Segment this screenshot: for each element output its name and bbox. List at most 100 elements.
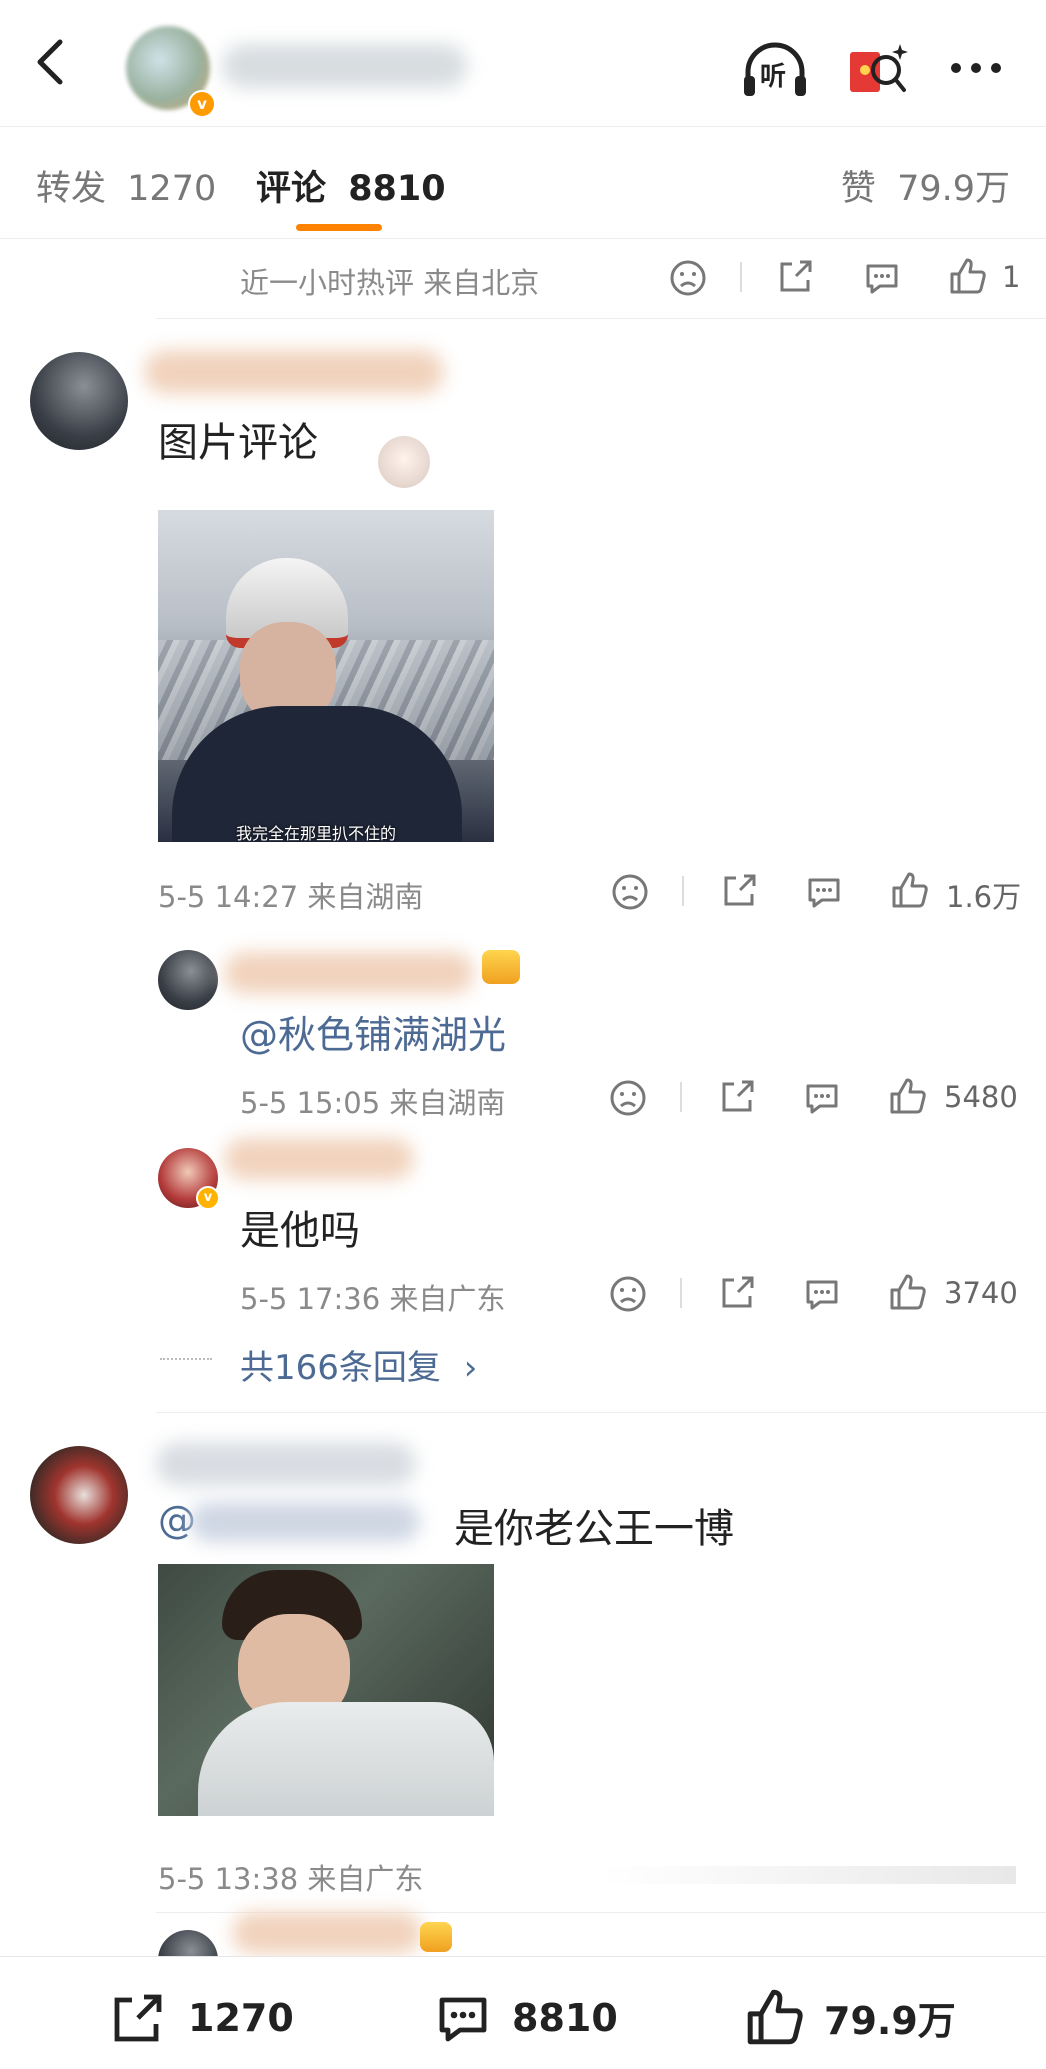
- share-icon: [722, 1080, 754, 1112]
- reply-mention[interactable]: @秋色铺满湖光: [240, 1004, 506, 1059]
- comment-bubble-icon: [806, 1084, 838, 1114]
- item-divider: [156, 318, 1046, 319]
- like-button[interactable]: [888, 1076, 928, 1116]
- bottom-like-button[interactable]: 79.9万: [742, 1986, 956, 2048]
- dislike-button[interactable]: [608, 1274, 648, 1314]
- top-item-meta: 近一小时热评 来自北京: [240, 266, 540, 300]
- image-person-shirt: [198, 1702, 494, 1816]
- comment-bubble-icon: [866, 264, 898, 294]
- comment-meta: 5-5 13:38 来自广东: [158, 1862, 424, 1896]
- like-button[interactable]: [948, 256, 988, 296]
- more-replies-dots: [160, 1358, 212, 1360]
- dislike-button[interactable]: [608, 1078, 648, 1118]
- bottom-like-count: 79.9万: [824, 1998, 956, 2043]
- dislike-button[interactable]: [610, 872, 650, 912]
- thumbs-up-icon: [950, 258, 986, 294]
- thumbs-up-icon: [890, 1274, 926, 1310]
- poster-name-blurred: [222, 44, 467, 88]
- tab-likes-count: 79.9万: [897, 169, 1010, 209]
- reply-name-blurred[interactable]: [224, 1138, 414, 1180]
- comment-button[interactable]: [802, 1078, 842, 1118]
- red-packet-search-button[interactable]: [846, 40, 910, 102]
- comment-button[interactable]: [862, 258, 902, 298]
- header-divider: [0, 126, 1046, 127]
- more-button[interactable]: [948, 60, 1004, 76]
- comment-image[interactable]: 我完全在那里扒不住的: [158, 510, 494, 842]
- frown-icon: [612, 874, 648, 910]
- action-separator: [680, 1082, 682, 1112]
- share-button[interactable]: [718, 1272, 758, 1312]
- tab-likes[interactable]: 赞 79.9万: [841, 160, 1010, 211]
- thumbs-up-icon: [892, 872, 928, 908]
- image-caption: 我完全在那里扒不住的: [236, 824, 397, 842]
- thumbs-up-icon: [747, 1989, 803, 2045]
- reply-like-count: 3740: [944, 1276, 1018, 1310]
- reply-avatar[interactable]: [158, 950, 218, 1010]
- share-button[interactable]: [776, 256, 816, 296]
- more-replies-label: 共166条回复: [240, 1348, 441, 1388]
- share-icon: [114, 1994, 162, 2042]
- like-button[interactable]: [888, 1272, 928, 1312]
- comment-button[interactable]: [804, 872, 844, 912]
- tab-likes-label: 赞: [840, 169, 876, 209]
- sticker-icon: [378, 436, 430, 488]
- comment-image[interactable]: [158, 1564, 494, 1816]
- tab-active-indicator: [296, 224, 382, 231]
- comment-like-count: 1.6万: [946, 880, 1022, 914]
- tab-repost[interactable]: 转发 1270: [36, 160, 216, 211]
- tab-comments[interactable]: 评论 8810: [256, 160, 446, 211]
- reply-text: 是他吗: [240, 1208, 360, 1254]
- verified-badge: v: [188, 90, 216, 118]
- comment-text: 是你老公王一博: [454, 1506, 734, 1552]
- faded-action-row: [600, 1866, 1016, 1884]
- bottom-repost-count: 1270: [188, 1996, 294, 2040]
- frown-icon: [610, 1276, 646, 1312]
- share-icon: [724, 874, 756, 906]
- bottom-repost-button[interactable]: 1270: [106, 1988, 294, 2048]
- bottom-comment-count: 8810: [512, 1996, 618, 2040]
- crown-badge-icon: [482, 950, 520, 984]
- tabs-divider: [0, 238, 1046, 239]
- commenter-name-blurred[interactable]: [156, 1442, 416, 1486]
- thumbs-up-icon: [890, 1078, 926, 1114]
- red-packet-search-icon: [850, 44, 908, 92]
- share-button[interactable]: [718, 1076, 758, 1116]
- reply-name-blurred[interactable]: [224, 952, 474, 994]
- action-separator: [740, 262, 742, 292]
- chevron-left-icon: [37, 39, 63, 85]
- comment-bubble-icon: [806, 1280, 838, 1310]
- reply-meta: 5-5 17:36 来自广东: [240, 1282, 506, 1316]
- more-replies-link[interactable]: 共166条回复 ›: [240, 1340, 477, 1389]
- commenter-name-blurred[interactable]: [144, 350, 444, 394]
- reply-like-count: 5480: [944, 1080, 1018, 1114]
- tab-comments-count: 8810: [348, 169, 446, 209]
- frown-icon: [610, 1080, 646, 1116]
- reply-name-blurred[interactable]: [232, 1912, 422, 1954]
- chevron-right-icon: ›: [463, 1348, 478, 1388]
- listen-label: 听: [760, 62, 787, 92]
- action-separator: [680, 1278, 682, 1308]
- comment-bubble-icon: [808, 878, 840, 908]
- back-button[interactable]: [30, 36, 70, 88]
- verified-badge: v: [196, 1186, 220, 1210]
- reply-meta: 5-5 15:05 来自湖南: [240, 1086, 506, 1120]
- comment-meta: 5-5 14:27 来自湖南: [158, 880, 424, 914]
- more-dots-icon: [951, 63, 1001, 73]
- listen-button[interactable]: 听: [740, 42, 810, 100]
- frown-icon: [670, 260, 706, 296]
- comment-button[interactable]: [802, 1274, 842, 1314]
- share-icon: [780, 260, 812, 292]
- tab-comments-label: 评论: [256, 169, 327, 209]
- mention-name-blurred[interactable]: [190, 1502, 420, 1542]
- commenter-avatar[interactable]: [30, 352, 128, 450]
- dislike-button[interactable]: [668, 258, 708, 298]
- like-button[interactable]: [890, 870, 930, 910]
- tab-repost-count: 1270: [127, 169, 217, 209]
- bottom-comment-button[interactable]: 8810: [430, 1988, 618, 2048]
- commenter-avatar[interactable]: [30, 1446, 128, 1544]
- crown-badge-icon: [420, 1922, 452, 1952]
- item-divider: [156, 1412, 1046, 1413]
- share-button[interactable]: [720, 870, 760, 910]
- share-icon: [722, 1276, 754, 1308]
- top-item-like-count: 1: [1002, 260, 1021, 294]
